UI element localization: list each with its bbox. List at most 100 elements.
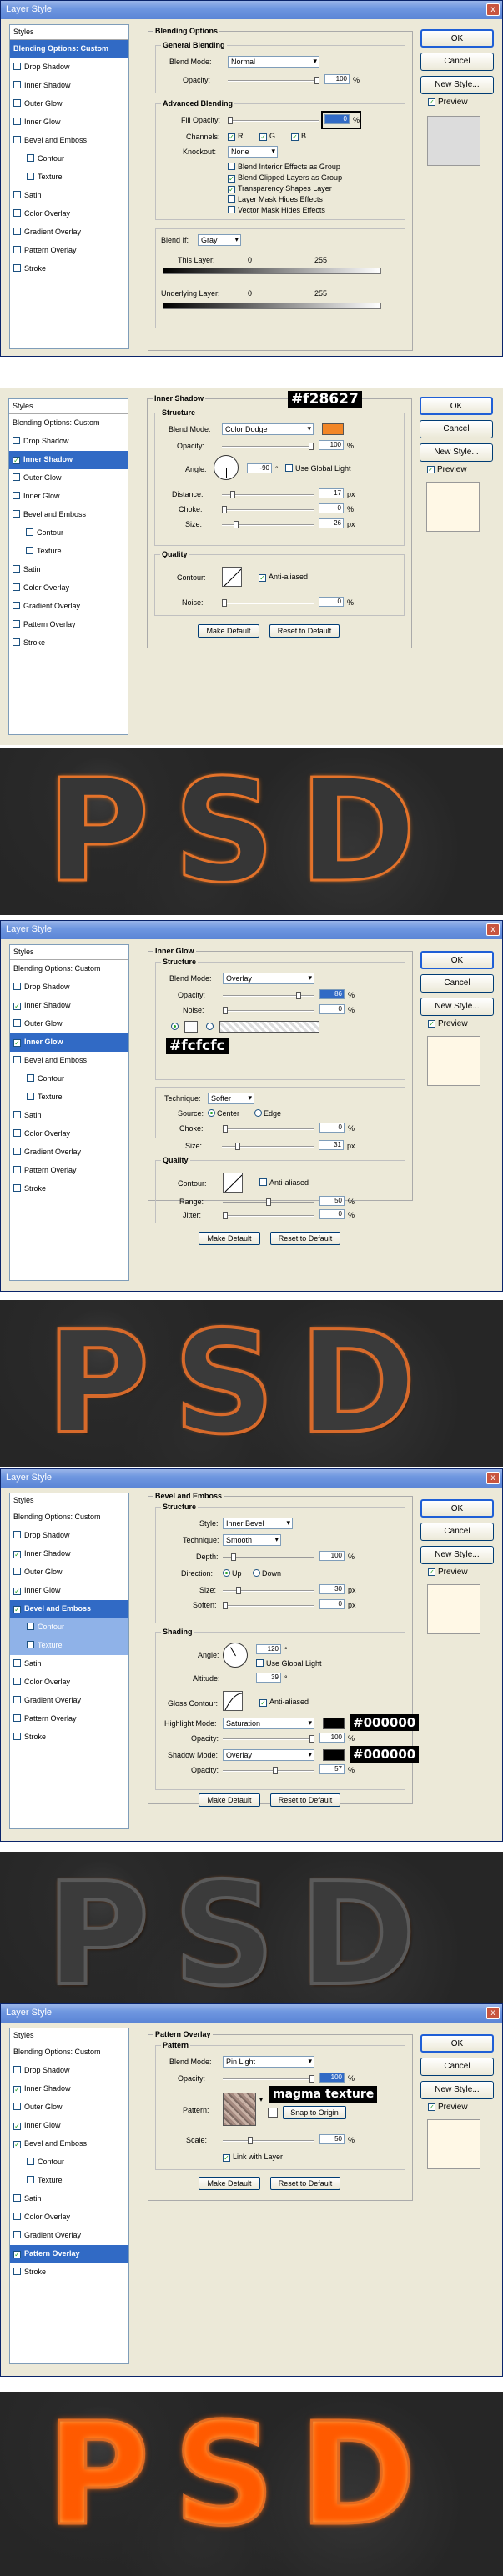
list-color-overlay[interactable]: Color Overlay	[10, 205, 128, 223]
scale-input[interactable]: 50	[319, 2134, 345, 2144]
blend-if-select[interactable]: Gray	[198, 234, 241, 246]
new-style-button[interactable]: New Style...	[420, 76, 494, 94]
technique-select[interactable]: Softer	[208, 1093, 254, 1104]
highlight-mode-select[interactable]: Saturation	[223, 1718, 314, 1729]
reset-default-button[interactable]: Reset to Default	[270, 1232, 340, 1245]
make-default-button[interactable]: Make Default	[198, 624, 259, 638]
shadow-mode-select[interactable]: Overlay	[223, 1749, 314, 1761]
channel-b-checkbox[interactable]: ✓ B	[291, 132, 306, 141]
list-texture[interactable]: Texture	[10, 168, 128, 187]
opacity-slider[interactable]	[222, 443, 314, 450]
opacity-input[interactable]: 100	[319, 440, 344, 450]
shadow-color-swatch[interactable]	[323, 1749, 345, 1761]
ok-button[interactable]: OK	[420, 397, 493, 415]
blend-mode-select[interactable]: Normal	[228, 56, 319, 68]
list-gradient-overlay[interactable]: Gradient Overlay	[9, 598, 128, 616]
this-layer-gradient[interactable]	[163, 268, 381, 274]
cancel-button[interactable]: Cancel	[420, 420, 493, 438]
list-inner-shadow[interactable]: ✓ Inner Shadow	[10, 997, 128, 1015]
list-stroke[interactable]: Stroke	[10, 2263, 128, 2282]
opacity-slider[interactable]	[223, 2075, 314, 2083]
opacity-input[interactable]: 86	[319, 989, 345, 999]
glow-gradient-swatch[interactable]	[219, 1021, 319, 1033]
new-style-button[interactable]: New Style...	[420, 443, 493, 462]
preview-checkbox[interactable]: ✓ Preview	[428, 1019, 468, 1028]
list-satin[interactable]: Satin	[10, 187, 128, 205]
list-outer-glow[interactable]: Outer Glow	[9, 469, 128, 488]
blend-mode-select[interactable]: Pin Light	[223, 2056, 314, 2068]
list-outer-glow[interactable]: Outer Glow	[10, 1015, 128, 1033]
knockout-select[interactable]: None	[228, 146, 278, 158]
list-contour[interactable]: Contour	[10, 1070, 128, 1088]
contour-picker[interactable]	[223, 1173, 243, 1193]
shadow-opacity-input[interactable]: 57	[319, 1764, 345, 1774]
altitude-input[interactable]: 39	[256, 1673, 281, 1683]
list-bevel-emboss[interactable]: Bevel and Emboss	[10, 132, 128, 150]
list-bevel-emboss[interactable]: Bevel and Emboss	[10, 1052, 128, 1070]
style-select[interactable]: Inner Bevel	[223, 1518, 293, 1529]
size-input[interactable]: 31	[319, 1140, 344, 1150]
list-gradient-overlay[interactable]: Gradient Overlay	[10, 1692, 128, 1710]
ok-button[interactable]: OK	[420, 2034, 494, 2053]
list-color-overlay[interactable]: Color Overlay	[10, 1125, 128, 1143]
list-blending-options[interactable]: Blending Options: Custom	[9, 414, 128, 433]
list-pattern-overlay[interactable]: Pattern Overlay	[10, 1710, 128, 1728]
list-stroke[interactable]: Stroke	[9, 634, 128, 653]
anti-aliased-checkbox[interactable]: ✓ Anti-aliased	[259, 573, 308, 582]
distance-input[interactable]: 17	[319, 488, 344, 498]
preview-checkbox[interactable]: ✓ Preview	[427, 465, 467, 474]
list-contour[interactable]: Contour	[10, 1618, 128, 1637]
size-input[interactable]: 26	[319, 518, 344, 528]
soften-slider[interactable]	[223, 1602, 314, 1609]
list-gradient-overlay[interactable]: Gradient Overlay	[10, 1143, 128, 1162]
reset-default-button[interactable]: Reset to Default	[269, 624, 340, 638]
list-gradient-overlay[interactable]: Gradient Overlay	[10, 223, 128, 242]
depth-slider[interactable]	[223, 1553, 314, 1561]
list-satin[interactable]: Satin	[9, 561, 128, 579]
opacity-slider[interactable]	[228, 77, 319, 84]
highlight-opacity-input[interactable]: 100	[319, 1733, 345, 1743]
shadow-opacity-slider[interactable]	[223, 1767, 314, 1774]
list-contour[interactable]: Contour	[10, 150, 128, 168]
list-texture[interactable]: Texture	[10, 2172, 128, 2190]
distance-slider[interactable]	[222, 491, 314, 498]
list-inner-glow[interactable]: ✓ Inner Glow	[10, 1582, 128, 1600]
make-default-button[interactable]: Make Default	[199, 1793, 260, 1807]
list-stroke[interactable]: Stroke	[10, 1728, 128, 1747]
list-drop-shadow[interactable]: Drop Shadow	[10, 2062, 128, 2080]
list-texture[interactable]: Texture	[9, 543, 128, 561]
choke-input[interactable]: 0	[319, 503, 344, 513]
make-default-button[interactable]: Make Default	[199, 1232, 260, 1245]
link-with-layer-checkbox[interactable]: ✓ Link with Layer	[223, 2153, 283, 2162]
layer-mask-hides-checkbox[interactable]: Layer Mask Hides Effects	[228, 195, 323, 203]
ok-button[interactable]: OK	[420, 951, 494, 969]
list-inner-shadow[interactable]: ✓ Inner Shadow	[10, 2080, 128, 2098]
list-color-overlay[interactable]: Color Overlay	[9, 579, 128, 598]
list-blending-options[interactable]: Blending Options: Custom	[10, 40, 128, 58]
list-blending-options[interactable]: Blending Options: Custom	[10, 2043, 128, 2062]
anti-aliased-checkbox[interactable]: Anti-aliased	[259, 1178, 309, 1187]
channel-r-checkbox[interactable]: ✓ R	[228, 132, 244, 141]
cancel-button[interactable]: Cancel	[420, 1523, 494, 1541]
snap-to-origin-button[interactable]: Snap to Origin	[283, 2106, 346, 2119]
reset-default-button[interactable]: Reset to Default	[270, 1793, 340, 1807]
glow-color-swatch[interactable]	[184, 1021, 198, 1033]
reset-default-button[interactable]: Reset to Default	[270, 2177, 340, 2190]
angle-dial[interactable]	[223, 1643, 248, 1668]
new-preset-icon[interactable]	[268, 2108, 278, 2118]
list-bevel-emboss[interactable]: Bevel and Emboss	[9, 506, 128, 524]
size-slider[interactable]	[222, 521, 314, 528]
list-color-overlay[interactable]: Color Overlay	[10, 1673, 128, 1692]
new-style-button[interactable]: New Style...	[420, 2081, 494, 2099]
channel-g-checkbox[interactable]: ✓ G	[259, 132, 275, 141]
gradient-radio[interactable]	[206, 1023, 215, 1031]
cancel-button[interactable]: Cancel	[420, 53, 494, 71]
list-pattern-overlay[interactable]: ✓ Pattern Overlay	[10, 2245, 128, 2263]
vector-mask-hides-checkbox[interactable]: Vector Mask Hides Effects	[228, 206, 325, 214]
noise-input[interactable]: 0	[319, 1004, 345, 1014]
blend-clipped-checkbox[interactable]: ✓ Blend Clipped Layers as Group	[228, 173, 342, 183]
pattern-picker[interactable]	[223, 2093, 256, 2126]
styles-header[interactable]: Styles	[10, 1493, 128, 1508]
underlying-gradient[interactable]	[163, 303, 381, 309]
edge-radio[interactable]: Edge	[254, 1109, 281, 1118]
